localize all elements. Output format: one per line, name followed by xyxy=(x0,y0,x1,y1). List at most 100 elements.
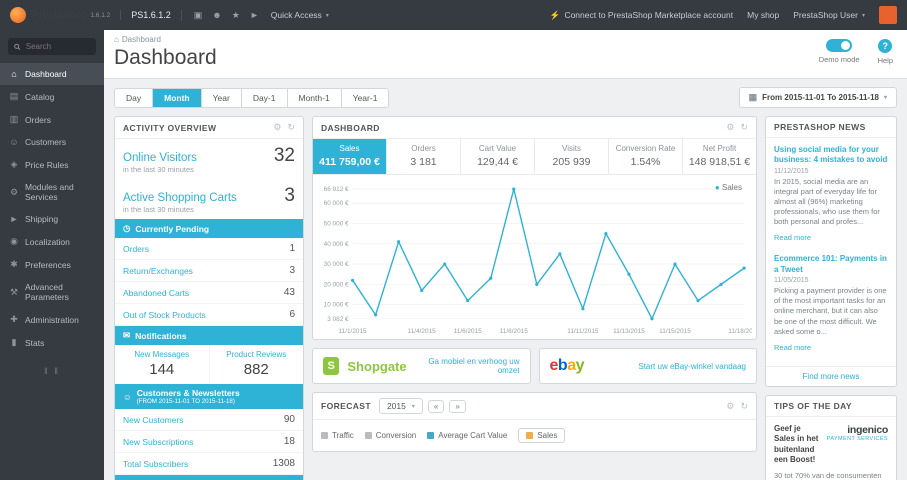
demo-mode-toggle[interactable] xyxy=(826,39,853,52)
pending-orders-link[interactable]: Orders xyxy=(123,244,149,254)
avatar[interactable] xyxy=(879,6,897,24)
active-carts-link[interactable]: Active Shopping Carts xyxy=(123,192,237,204)
metric-tab-net-profit[interactable]: Net Profit 148 918,51 € xyxy=(683,139,756,174)
news-article: Using social media for your business: 4 … xyxy=(774,145,888,245)
gift-icon[interactable]: ★ xyxy=(232,10,240,21)
sidebar-item-orders[interactable]: ▥ Orders xyxy=(0,108,104,131)
date-range-picker[interactable]: ▦ From 2015-11-01 To 2015-11-18 ▾ xyxy=(738,87,897,108)
metric-label: Sales xyxy=(339,144,360,153)
article-title-link[interactable]: Using social media for your business: 4 … xyxy=(774,145,888,166)
sidebar-item-catalog[interactable]: ▤ Catalog xyxy=(0,85,104,108)
online-visitors-link[interactable]: Online Visitors xyxy=(123,152,197,164)
gear-icon[interactable]: ⚙ xyxy=(726,122,734,133)
advanced-parameters-icon: ⚒ xyxy=(9,286,19,297)
prestashop-logo-icon[interactable] xyxy=(10,7,26,23)
sidebar-item-preferences[interactable]: ✱ Preferences xyxy=(0,253,104,276)
new-subscriptions-link[interactable]: New Subscriptions xyxy=(123,437,193,447)
read-more-link[interactable]: Read more xyxy=(774,343,811,352)
metric-tab-cart-value[interactable]: Cart Value 129,44 € xyxy=(461,139,535,174)
year-select[interactable]: 2015 ▾ xyxy=(378,398,423,414)
period-year-1-button[interactable]: Year-1 xyxy=(341,88,389,107)
forecast-controls: 2015 ▾ « » xyxy=(378,398,466,414)
read-more-link[interactable]: Read more xyxy=(774,233,811,242)
section-title: Notifications xyxy=(135,330,187,341)
article-title-link[interactable]: Ecommerce 101: Payments in a Tweet xyxy=(774,254,888,275)
forecast-panel: FORECAST 2015 ▾ « » ⚙ ↻ Traffic Conversi… xyxy=(312,392,757,452)
stats-icon: ▮ xyxy=(11,337,17,347)
sidebar-item-modules[interactable]: ⚙ Modules and Services xyxy=(0,176,104,208)
help-label: Help xyxy=(877,56,893,65)
metric-tab-visits[interactable]: Visits 205 939 xyxy=(535,139,609,174)
gear-icon[interactable]: ⚙ xyxy=(726,401,734,412)
ebay-letter: a xyxy=(567,357,576,374)
tips-body: Geef je Sales in het buitenland een Boos… xyxy=(766,417,896,480)
metric-tab-orders[interactable]: Orders 3 181 xyxy=(387,139,461,174)
search-input[interactable] xyxy=(25,42,90,51)
shop-name[interactable]: PS1.6.1.2 xyxy=(120,10,171,20)
abandoned-carts-link[interactable]: Abandoned Carts xyxy=(123,288,189,298)
new-customers-link[interactable]: New Customers xyxy=(123,415,183,425)
cart-icon[interactable]: ▣ xyxy=(194,10,203,21)
period-day-1-button[interactable]: Day-1 xyxy=(241,88,288,107)
notifications-grid: New Messages 144 Product Reviews 882 xyxy=(115,345,303,384)
sidebar-item-dashboard[interactable]: ⌂ Dashboard xyxy=(0,63,104,85)
period-button-group: Day Month Year Day-1 Month-1 Year-1 xyxy=(114,87,390,108)
shopgate-promo: S Shopgate Ga mobiel en verhoog uw omzet xyxy=(312,348,531,384)
help-control: ? Help xyxy=(878,39,893,65)
out-of-stock-link[interactable]: Out of Stock Products xyxy=(123,310,206,320)
home-icon: ⌂ xyxy=(11,69,17,79)
period-month-button[interactable]: Month xyxy=(153,88,202,107)
sidebar-item-stats[interactable]: ▮ Stats xyxy=(0,331,104,354)
launch-icon[interactable]: ► xyxy=(250,10,259,21)
period-month-1-button[interactable]: Month-1 xyxy=(287,88,342,107)
profile-icon[interactable]: ☻ xyxy=(212,10,221,21)
forecast-legend: Traffic Conversion Average Cart Value Sa… xyxy=(313,420,756,451)
metric-label: Net Profit xyxy=(702,144,737,153)
user-menu[interactable]: PrestaShop User ▾ xyxy=(793,10,865,20)
sidebar: ⌂ Dashboard ▤ Catalog ▥ Orders ☺ Customers ◈… xyxy=(0,30,104,480)
sidebar-item-localization[interactable]: ◉ Localization xyxy=(0,230,104,253)
refresh-icon[interactable]: ↻ xyxy=(740,401,748,412)
metric-tab-conversion-rate[interactable]: Conversion Rate 1.54% xyxy=(609,139,683,174)
sidebar-item-advanced-parameters[interactable]: ⚒ Advanced Parameters xyxy=(0,276,104,308)
forecast-legend-traffic[interactable]: Traffic xyxy=(321,431,354,440)
total-subscribers-value: 1308 xyxy=(272,458,295,469)
new-messages-link[interactable]: New Messages xyxy=(119,350,205,359)
my-shop-link[interactable]: My shop xyxy=(747,10,779,20)
find-more-news-link[interactable]: Find more news xyxy=(766,365,896,386)
forecast-legend-sales[interactable]: Sales xyxy=(518,428,566,443)
ebay-letter: e xyxy=(549,357,559,374)
next-year-button[interactable]: » xyxy=(449,399,466,413)
metric-tab-sales[interactable]: Sales 411 759,00 € xyxy=(313,139,387,174)
sidebar-item-shipping[interactable]: ► Shipping xyxy=(0,208,104,230)
sidebar-item-administration[interactable]: ✚ Administration xyxy=(0,308,104,331)
forecast-legend-average-cart-value[interactable]: Average Cart Value xyxy=(427,431,507,440)
ebay-letter: b xyxy=(557,357,568,374)
sidebar-collapse-button[interactable]: ‖ ‖ xyxy=(0,354,104,388)
ebay-link[interactable]: Start uw eBay-winkel vandaag xyxy=(638,362,746,371)
svg-text:60 000 €: 60 000 € xyxy=(324,200,349,207)
sidebar-item-label: Shipping xyxy=(25,214,59,224)
active-carts-subtitle: in the last 30 minutes xyxy=(123,205,194,214)
sidebar-item-price-rules[interactable]: ◈ Price Rules xyxy=(0,153,104,176)
article-excerpt: Picking a payment provider is one of the… xyxy=(774,286,887,336)
svg-text:40 000 €: 40 000 € xyxy=(324,241,349,248)
customers-row: Total Subscribers 1308 xyxy=(115,453,303,475)
refresh-icon[interactable]: ↻ xyxy=(740,122,748,133)
forecast-legend-conversion[interactable]: Conversion xyxy=(364,431,416,440)
gear-icon[interactable]: ⚙ xyxy=(273,122,281,133)
total-subscribers-link[interactable]: Total Subscribers xyxy=(123,459,188,469)
caret-down-icon: ▾ xyxy=(325,12,329,19)
pending-returns-link[interactable]: Return/Exchanges xyxy=(123,266,193,276)
help-icon[interactable]: ? xyxy=(878,39,893,53)
period-year-button[interactable]: Year xyxy=(201,88,242,107)
shopgate-link[interactable]: Ga mobiel en verhoog uw omzet xyxy=(415,357,519,375)
marketplace-connect-link[interactable]: ⚡ Connect to PrestaShop Marketplace acco… xyxy=(550,10,733,21)
sidebar-item-customers[interactable]: ☺ Customers xyxy=(0,131,104,153)
quick-access-menu[interactable]: Quick Access ▾ xyxy=(271,10,329,20)
refresh-icon[interactable]: ↻ xyxy=(287,122,295,133)
period-day-button[interactable]: Day xyxy=(115,88,154,107)
product-reviews-link[interactable]: Product Reviews xyxy=(214,350,300,359)
prev-year-button[interactable]: « xyxy=(427,399,445,413)
panel-title: DASHBOARD xyxy=(321,122,380,133)
